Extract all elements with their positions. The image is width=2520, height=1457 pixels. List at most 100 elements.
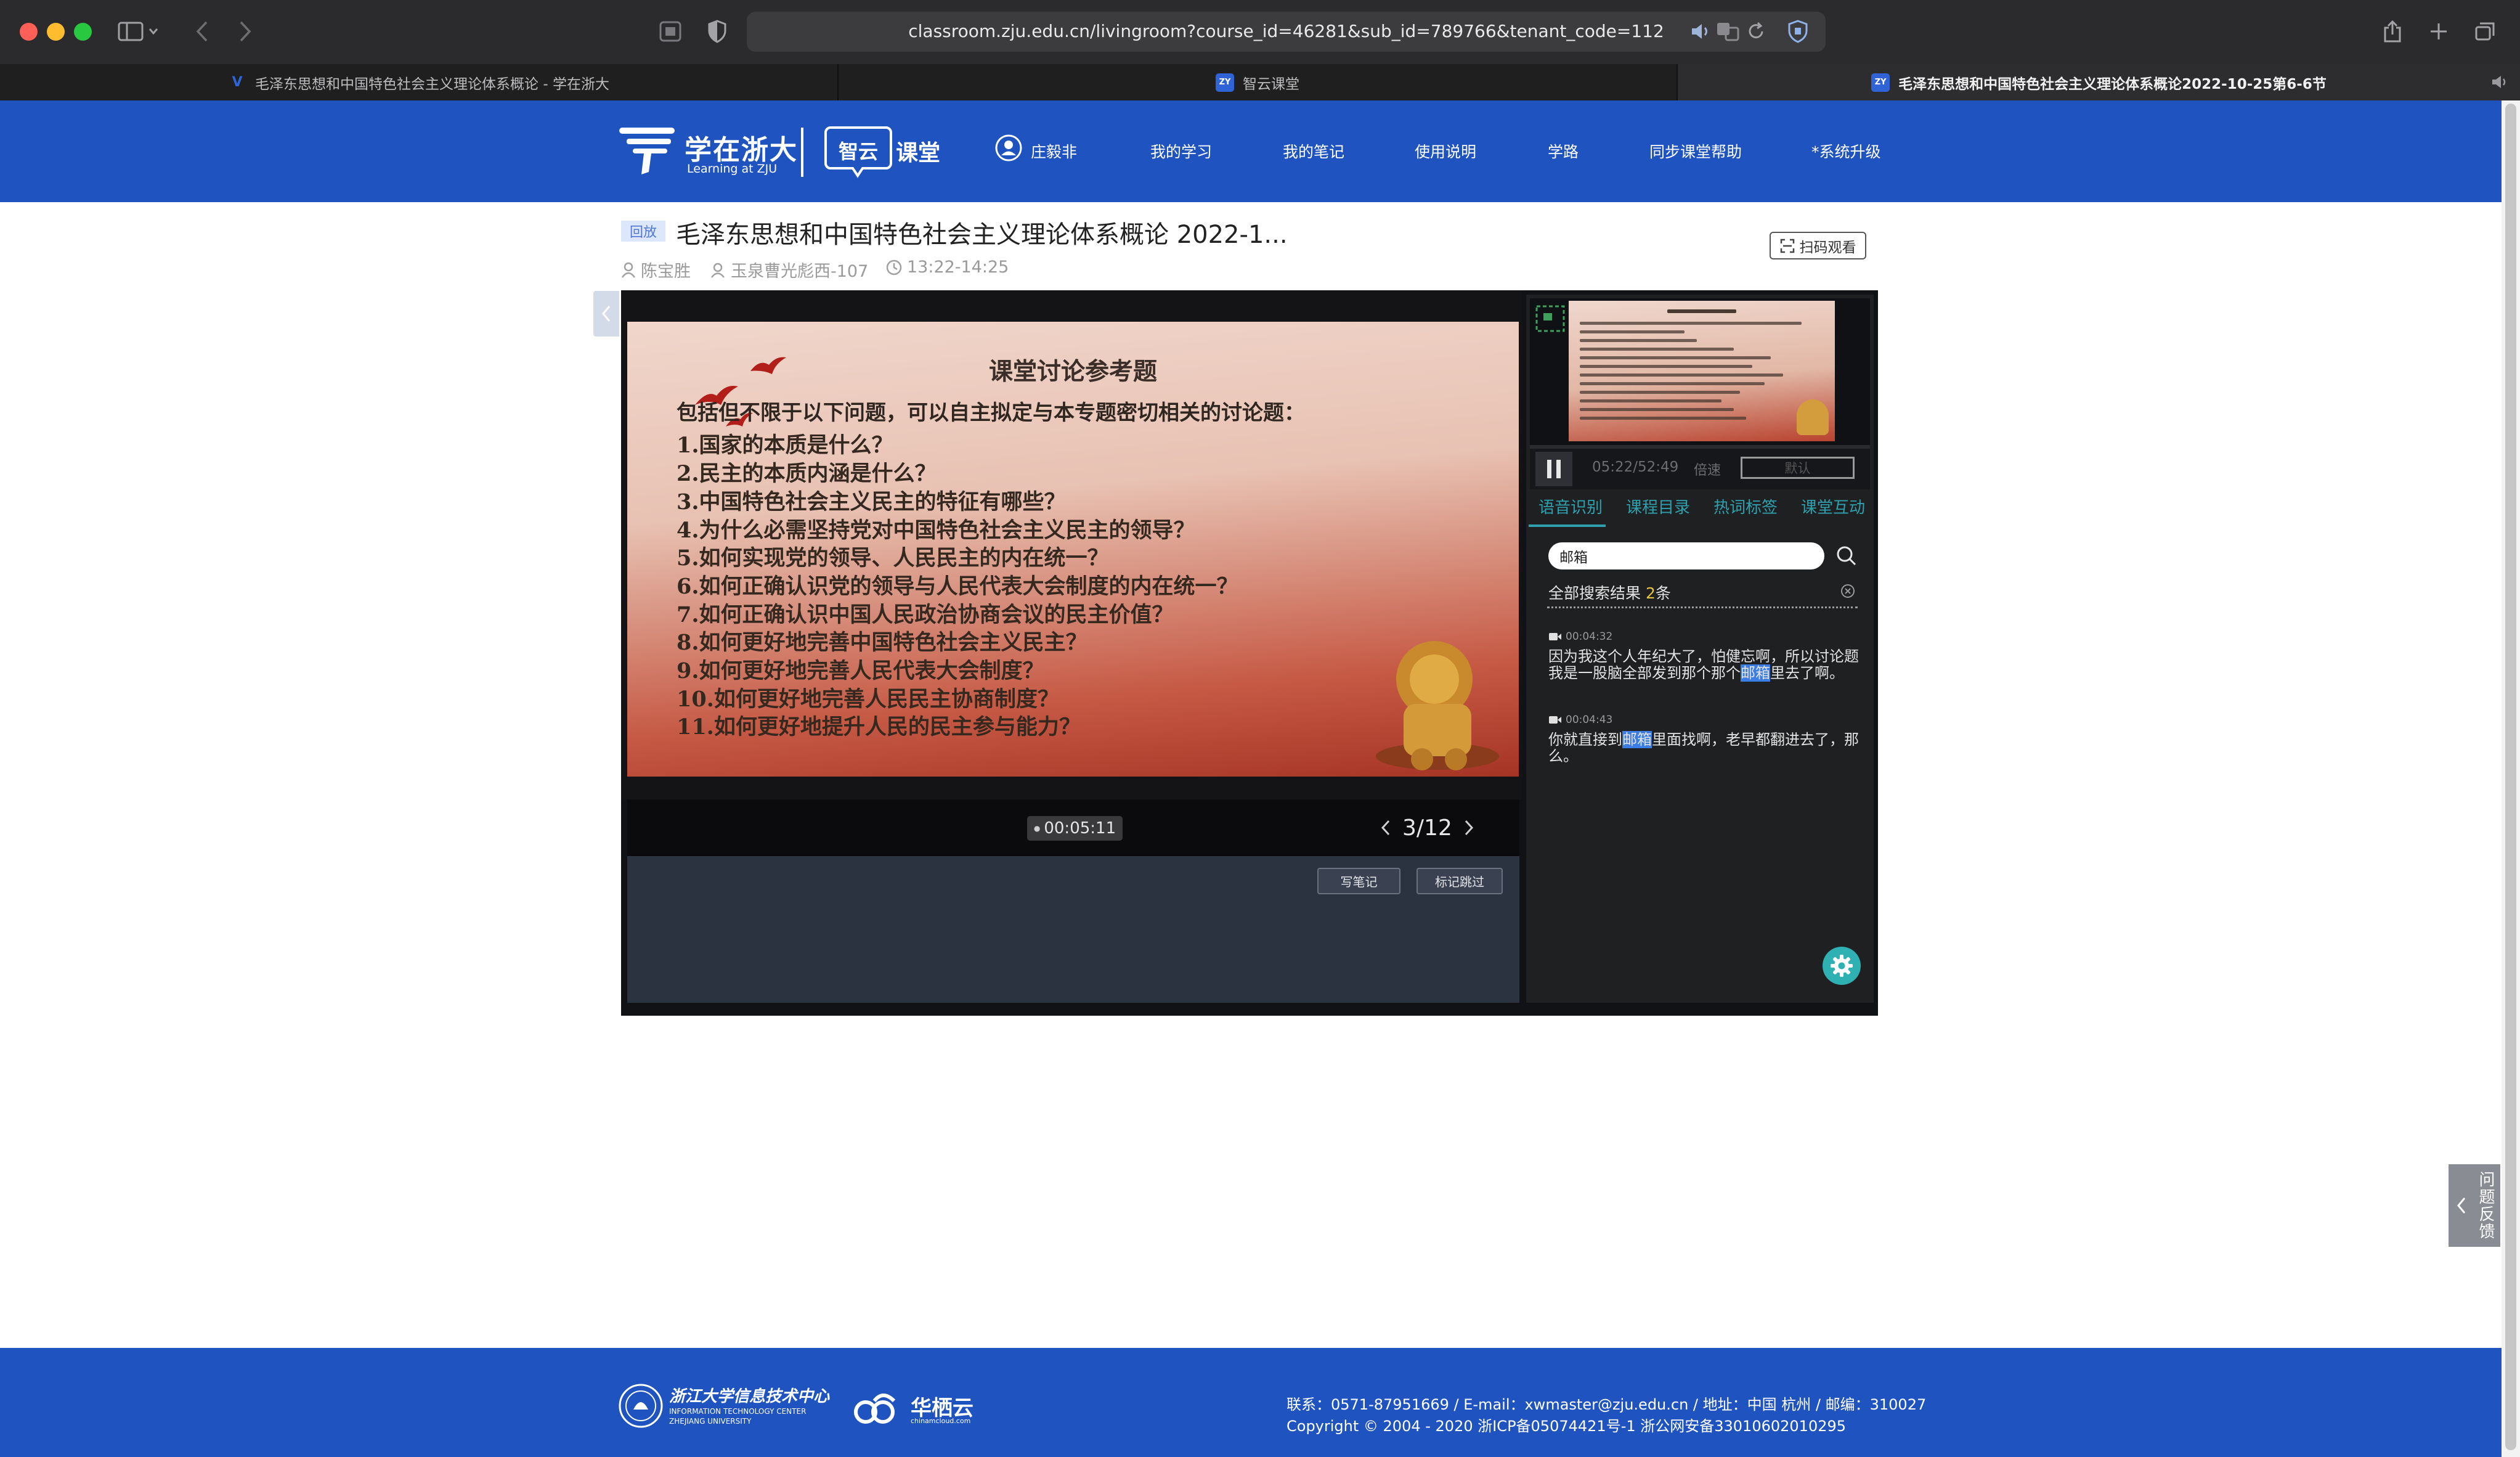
tab-live-room[interactable]: ZY 毛泽东思想和中国特色社会主义理论体系概论2022-10-25第6-6节 [1678,64,2520,100]
tab-course-page[interactable]: V 毛泽东思想和中国特色社会主义理论体系概论 - 学在浙大 [0,64,839,100]
dot-icon: ● [1033,824,1041,833]
collapse-sidebar-button[interactable] [593,291,619,337]
thumb-lion-decoration [1797,399,1829,435]
nav-my-notes[interactable]: 我的笔记 [1283,140,1344,162]
prev-slide-icon[interactable] [1378,817,1394,838]
reload-icon[interactable] [1744,16,1768,47]
thumb-text-line [1580,339,1697,342]
pause-button[interactable] [1535,452,1572,486]
tab-overview-icon[interactable] [2471,16,2499,47]
new-tab-icon[interactable] [2424,16,2453,47]
tab-title: 智云课堂 [1243,76,1299,92]
tab-course-catalog[interactable]: 课程目录 [1626,495,1690,518]
user-name-link[interactable]: 庄毅非 [1031,140,1077,162]
thumb-text-line [1580,391,1740,394]
extension-shield-icon[interactable] [1784,16,1812,47]
footer-contact: 联系：0571-87951669 / E-mail：xwmaster@zju.e… [1286,1396,1927,1413]
qr-scan-icon [1780,239,1794,253]
zju-favicon-icon: V [232,75,243,90]
audio-icon[interactable] [1688,16,1713,47]
slide-question: 1.国家的本质是什么？ [677,433,893,458]
result-timestamp[interactable]: 00:04:43 [1548,714,1612,726]
tab-zhiyun[interactable]: ZY 智云课堂 [839,64,1678,100]
thumb-text-line [1580,365,1752,368]
share-icon[interactable] [2378,16,2407,47]
slide-time-badge[interactable]: ● 00:05:11 [1027,816,1123,841]
slide-question: 8.如何更好地完善中国特色社会主义民主？ [677,630,1087,655]
nav-xuelu[interactable]: 学路 [1548,140,1579,162]
location-icon [711,263,725,278]
privacy-shield-icon[interactable] [702,16,732,47]
slide-screen[interactable]: 课堂讨论参考题 包括但不限于以下问题，可以自主拟定与本专题密切相关的讨论题： 1… [627,322,1519,777]
thumb-text-line [1580,348,1734,351]
thumb-text-line [1580,373,1783,377]
camera-switch-icon[interactable] [1535,304,1566,333]
video-clip-icon [1549,716,1561,724]
zhiyun-favicon-icon: ZY [1216,73,1234,92]
address-bar[interactable]: classroom.zju.edu.cn/livingroom?course_i… [747,12,1826,52]
tab-speech-recognition[interactable]: 语音识别 [1538,495,1603,518]
teacher-video-thumbnail[interactable] [1530,298,1870,449]
feedback-tab[interactable]: 问题反馈 [2449,1164,2500,1247]
result-text[interactable]: 因为我这个人年纪大了，怕健忘啊，所以讨论题我是一股脑全部发到那个那个邮箱里去了啊… [1548,648,1860,682]
nav-system-upgrade[interactable]: *系统升级 [1811,140,1881,162]
playback-time: 05:22/52:49 [1592,459,1679,475]
nav-sync-help[interactable]: 同步课堂帮助 [1649,140,1742,162]
user-avatar-icon[interactable] [994,134,1023,165]
scrollbar-thumb[interactable] [2505,104,2516,1450]
close-window-button[interactable] [20,23,38,41]
footer-org-cn: 浙江大学信息技术中心 [669,1387,830,1406]
search-results-summary: 全部搜索结果 2条 [1548,581,1671,603]
stone-lion-decoration [1376,641,1499,770]
zhiyun-favicon-icon: ZY [1871,73,1890,92]
thumb-text-line [1580,322,1802,325]
forward-icon[interactable] [233,16,258,47]
result-text[interactable]: 你就直接到邮箱里面找啊，老早都翻进去了，那么。 [1548,731,1860,765]
zhiyun-brand-icon[interactable]: 智云 [824,125,892,178]
write-note-button[interactable]: 写笔记 [1317,868,1400,894]
nav-my-learning[interactable]: 我的学习 [1150,140,1212,162]
nav-instructions[interactable]: 使用说明 [1415,140,1476,162]
video-clip-icon [1549,633,1561,640]
search-icon[interactable] [1835,545,1858,569]
feedback-label: 问题反馈 [2476,1171,2495,1240]
slide-background: 课堂讨论参考题 包括但不限于以下问题，可以自主拟定与本专题密切相关的讨论题： 1… [627,322,1519,777]
next-slide-icon[interactable] [1461,817,1477,838]
mark-skip-button[interactable]: 标记跳过 [1416,868,1503,894]
result-highlight: 邮箱 [1622,731,1652,748]
quality-select[interactable]: 默认 [1741,457,1855,479]
transcript-search-input[interactable]: 邮箱 [1548,542,1824,569]
settings-gear-button[interactable] [1823,947,1861,985]
class-time: 13:22-14:25 [907,258,1009,277]
thumb-text-line [1580,356,1771,359]
logo-main-text: 学在浙大 [685,134,798,166]
speed-label[interactable]: 倍速 [1694,459,1721,479]
scan-qr-button[interactable]: 扫码观看 [1770,232,1866,259]
slide-pager: 3/12 [1378,810,1477,845]
clear-search-icon[interactable] [1840,583,1856,602]
slide-question: 7.如何正确认识中国人民政治协商会议的民主价值？ [677,602,1174,627]
thumbnail-slide [1569,301,1835,441]
maximize-window-button[interactable] [74,23,92,41]
result-highlight: 邮箱 [1741,664,1770,682]
reader-icon[interactable] [656,16,685,47]
result-timestamp[interactable]: 00:04:32 [1548,631,1612,643]
tab-audio-icon[interactable] [2490,74,2509,90]
zju-logo[interactable]: 学在浙大 Learning at ZJU [619,123,804,178]
active-tab-indicator [1529,524,1606,527]
thumb-title-line [1667,309,1736,313]
slide-page-indicator: 3/12 [1402,815,1452,841]
footer-org-en: INFORMATION TECHNOLOGY CENTER [669,1407,807,1416]
zju-logo-icon [619,128,675,174]
brand-suffix-text: 课堂 [896,141,941,166]
tab-class-interaction[interactable]: 课堂互动 [1801,495,1865,518]
room-meta: 玉泉曹光彪西-107 [710,258,868,282]
chevron-left-icon [2457,1198,2466,1214]
translate-icon[interactable] [1715,16,1742,47]
tab-title: 毛泽东思想和中国特色社会主义理论体系概论 - 学在浙大 [255,76,609,92]
sidebar-toggle-icon[interactable] [115,16,164,47]
pause-icon [1556,460,1561,478]
tab-hot-words[interactable]: 热词标签 [1713,495,1778,518]
minimize-window-button[interactable] [47,23,65,41]
back-icon[interactable] [190,16,214,47]
